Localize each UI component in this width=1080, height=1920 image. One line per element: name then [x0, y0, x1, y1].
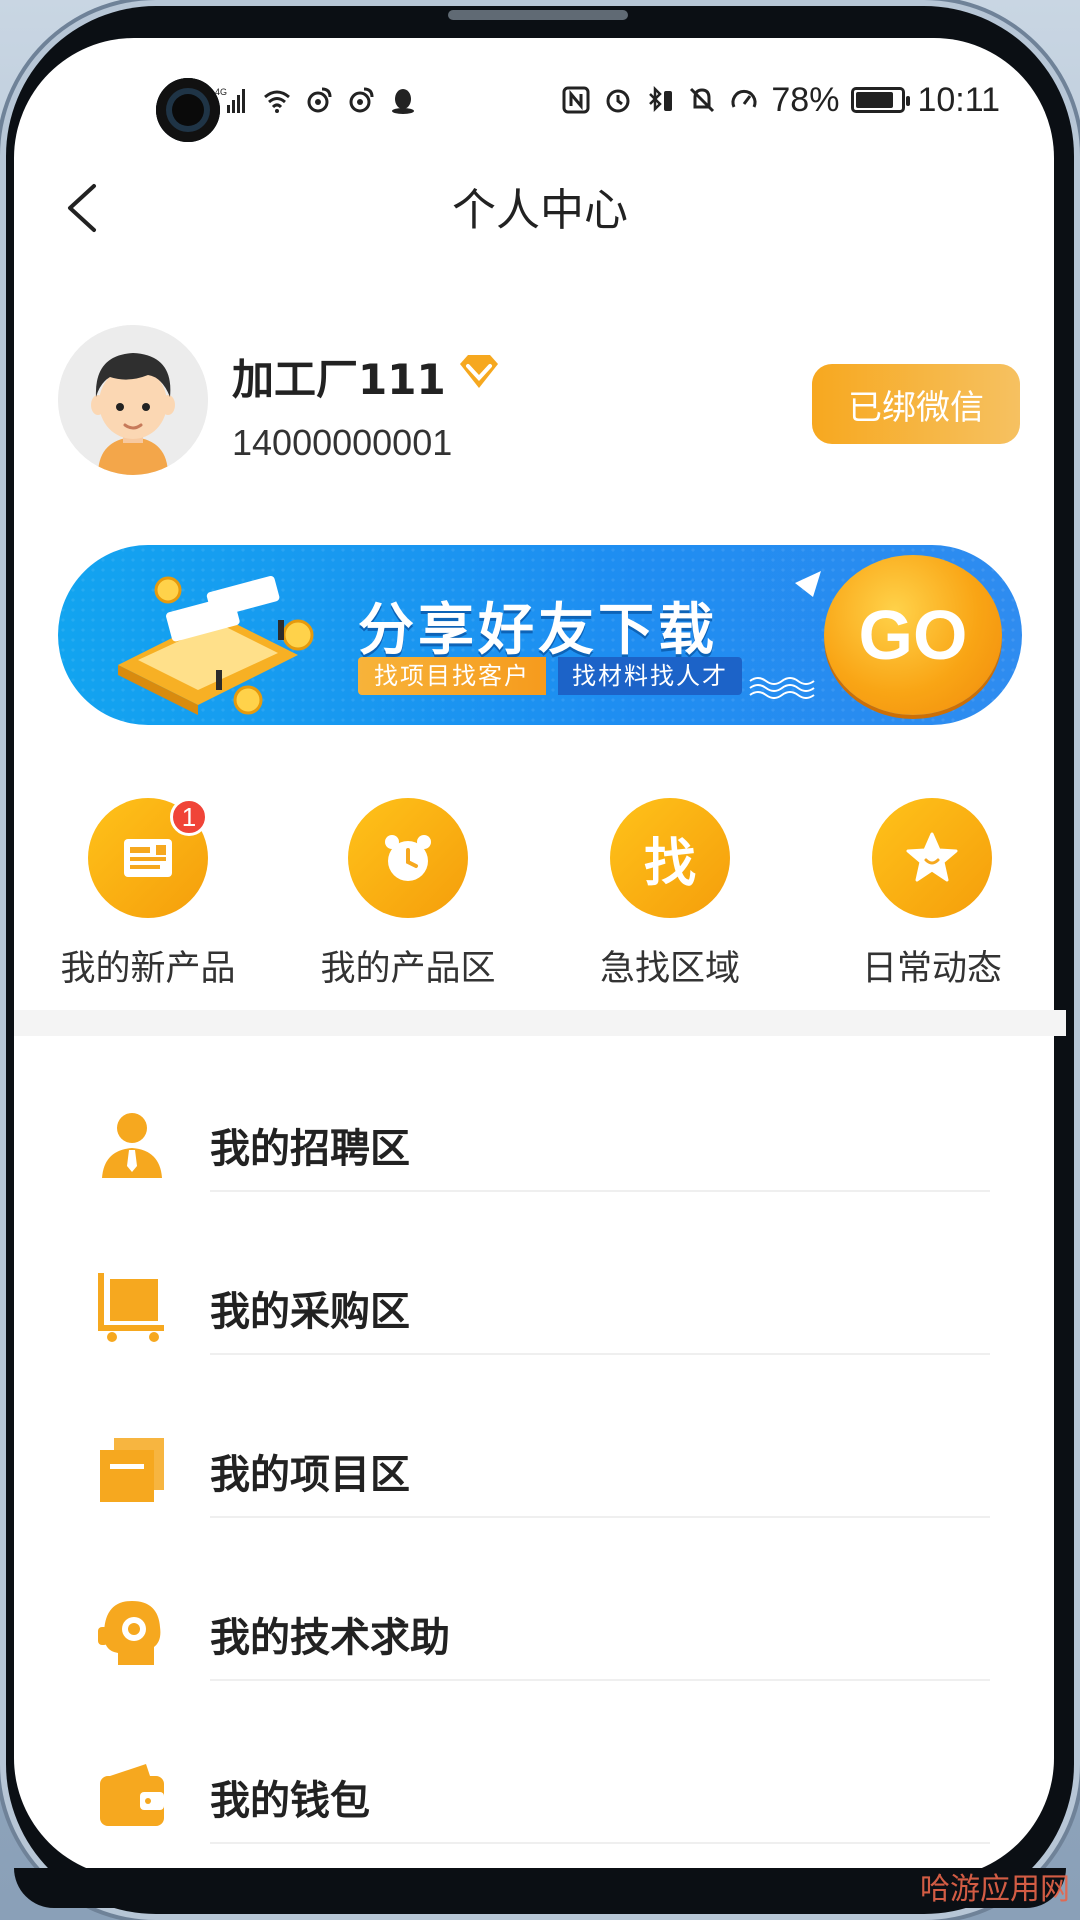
qa-label: 急找区域 — [599, 949, 740, 989]
person-tie-icon — [102, 1113, 162, 1178]
menu-divider — [210, 1679, 990, 1681]
share-banner[interactable]: 分享好友下载 找项目找客户 找材料找人才 GO — [58, 545, 1022, 725]
sparkle-icon — [795, 571, 821, 597]
menu-label: 我的钱包 — [210, 1778, 370, 1824]
speaker-grille — [448, 10, 628, 20]
alarm-clock-icon — [385, 835, 431, 881]
alarm-icon — [606, 89, 630, 113]
menu-label: 我的招聘区 — [210, 1126, 410, 1172]
qa-icon-circle: 找 — [610, 798, 730, 918]
qq-icon — [392, 89, 414, 114]
support-head-icon — [98, 1601, 161, 1665]
qa-urgent-find[interactable]: 找 急找区域 — [560, 798, 780, 991]
user-name: 加工厂111 — [232, 355, 446, 404]
clock: 10:11 — [917, 80, 1000, 119]
qa-label: 我的新产品 — [60, 949, 236, 989]
avatar-boy-icon — [58, 325, 208, 475]
menu-item-wallet[interactable]: 我的钱包 — [90, 1742, 990, 1872]
status-left: 4G — [210, 75, 418, 125]
nfc-icon — [562, 86, 590, 114]
wifi-icon — [264, 90, 290, 113]
qa-my-products[interactable]: 我的产品区 — [298, 798, 518, 991]
menu-divider — [210, 1842, 990, 1844]
banner-tag-projects: 找项目找客户 — [358, 657, 546, 695]
menu-divider — [210, 1353, 990, 1355]
qa-icon-circle: 1 — [88, 798, 208, 918]
menu-item-recruitment[interactable]: 我的招聘区 — [90, 1090, 990, 1220]
menu-item-projects[interactable]: 我的项目区 — [90, 1416, 990, 1546]
qa-icon-circle — [348, 798, 468, 918]
avatar[interactable] — [58, 325, 208, 475]
menu-label: 我的采购区 — [210, 1289, 410, 1335]
star-icon — [906, 832, 958, 882]
menu-label: 我的项目区 — [210, 1452, 410, 1498]
weibo-icon-2 — [349, 87, 374, 113]
phone-coins-illustration-icon — [118, 575, 314, 715]
menu-item-purchasing[interactable]: 我的采购区 — [90, 1253, 990, 1383]
nav-header: 个人中心 — [0, 160, 1080, 250]
qa-label: 日常动态 — [861, 949, 1002, 989]
qa-label: 我的产品区 — [320, 949, 496, 989]
menu-divider — [210, 1516, 990, 1518]
menu-divider — [210, 1190, 990, 1192]
front-camera — [156, 78, 220, 142]
qa-icon-circle — [872, 798, 992, 918]
menu-label: 我的技术求助 — [210, 1615, 450, 1661]
go-button[interactable]: GO — [824, 555, 1002, 715]
battery-percent: 78% — [771, 80, 840, 119]
weibo-icon — [307, 87, 332, 113]
wechat-bound-button[interactable]: 已绑微信 — [812, 364, 1020, 444]
folders-icon — [100, 1438, 164, 1502]
battery-icon — [851, 87, 911, 113]
newspaper-icon — [124, 839, 172, 877]
wallet-icon — [100, 1764, 164, 1826]
bluetooth-battery-icon — [649, 85, 673, 113]
cart-icon — [98, 1273, 164, 1342]
vip-diamond-icon — [460, 355, 498, 388]
banner-tag-materials: 找材料找人才 — [558, 657, 742, 695]
status-right: 78% 10:11 — [561, 75, 1000, 125]
mute-icon — [690, 87, 715, 113]
data-saver-icon — [731, 89, 757, 108]
watermark: 哈游应用网 — [920, 1872, 1070, 1907]
page-title: 个人中心 — [452, 185, 628, 236]
section-divider — [14, 1010, 1066, 1036]
qa-daily-updates[interactable]: 日常动态 — [822, 798, 1042, 991]
user-phone: 14000000001 — [232, 422, 453, 463]
menu-item-tech-help[interactable]: 我的技术求助 — [90, 1579, 990, 1709]
notification-badge: 1 — [170, 798, 208, 836]
qa-my-new-products[interactable]: 1 我的新产品 — [38, 798, 258, 991]
banner-title: 分享好友下载 — [358, 598, 718, 663]
phone-bottom-bezel — [14, 1868, 1066, 1908]
wave-decoration-icon — [749, 677, 815, 699]
find-icon: 找 — [643, 833, 696, 894]
